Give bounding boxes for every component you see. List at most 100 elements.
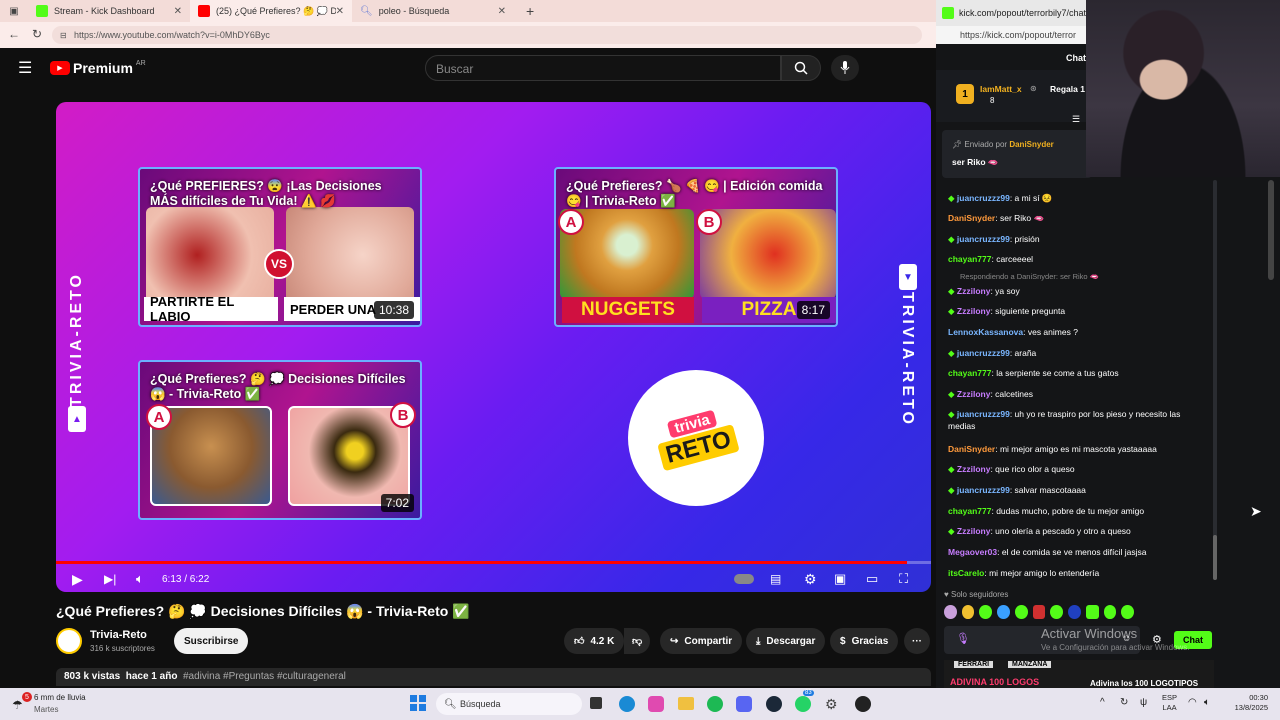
emote-icon[interactable] [997,605,1010,619]
endscreen-video-card[interactable]: A B ¿Qué Prefieres? 🤔 💭 Decisiones Difíc… [138,360,422,520]
volume-icon[interactable]: 🔈︎ [1204,697,1210,708]
more-actions-button[interactable]: ··· [904,628,930,654]
dislike-button[interactable]: 👎︎ [624,628,651,654]
miniplayer-icon[interactable]: ▣ [834,571,846,587]
chat-username[interactable]: juancruzzz99 [957,485,1010,495]
channel-subscribe-logo[interactable]: trivia RETO [628,370,764,506]
emote-icon[interactable] [1032,605,1046,619]
leader-name[interactable]: IamMatt_x [980,84,1022,94]
youtube-logo[interactable]: ▶ Premium AR [50,60,146,76]
endscreen-video-card[interactable]: A B NUGGETS PIZZA ¿Qué Prefieres? 🍗 🍕 😋 … [554,167,838,327]
download-button[interactable]: ⤓ Descargar [746,628,826,654]
edge-browser-icon[interactable] [619,696,635,712]
emote-icon[interactable] [961,605,975,619]
chat-username[interactable]: LennoxKassanova [948,327,1023,337]
new-tab-button[interactable]: + [514,3,534,19]
avatar[interactable] [56,628,82,654]
chat-username[interactable]: chayan777 [948,506,991,516]
next-icon[interactable]: ▶| [104,572,116,586]
chat-username[interactable]: DaniSnyder [948,213,995,223]
tab-actions-icon[interactable]: ▣ [0,0,28,22]
chat-username[interactable]: juancruzzz99 [957,348,1010,358]
subtitles-icon[interactable]: ▤ [770,572,781,586]
chat-username[interactable]: itsCarelo [948,568,984,578]
site-info-icon[interactable]: ⊟ [60,31,67,40]
copilot-icon[interactable] [648,696,664,712]
whatsapp-icon[interactable] [795,696,811,712]
spotify-icon[interactable] [707,696,723,712]
chat-username[interactable]: juancruzzz99 [957,234,1010,244]
emote-icon[interactable] [944,605,957,619]
endscreen-video-card[interactable]: VS PARTIRTE EL LABIO PERDER UNA ¿Qué PRE… [138,167,422,327]
chat-username[interactable]: Zzzilony [957,286,991,296]
emote-icon[interactable] [1085,605,1099,619]
play-icon[interactable]: ▶ [72,571,83,588]
related-banner[interactable]: FERRARI MANZANA ADIVINA 100 LOGOS Adivin… [944,660,1214,688]
settings-icon[interactable]: ⚙ [804,571,817,588]
kick-window-tab[interactable]: kick.com/popout/terrorbily7/chat [936,0,1086,26]
tab-kick-dashboard[interactable]: Stream - Kick Dashboard ✕ [28,0,190,22]
chat-username[interactable]: Zzzilony [957,306,991,316]
discord-icon[interactable] [736,696,752,712]
close-icon[interactable]: ✕ [174,6,182,17]
close-icon[interactable]: ✕ [336,6,344,17]
search-input[interactable]: Buscar [425,55,781,81]
chat-username[interactable]: Zzzilony [957,526,991,536]
description-box[interactable]: 803 k vistas hace 1 año #adivina #Pregun… [56,668,931,686]
usb-icon[interactable]: ψ [1140,697,1147,708]
file-explorer-icon[interactable] [678,697,694,710]
close-icon[interactable]: ✕ [498,6,506,17]
kick-url-field[interactable]: https://kick.com/popout/terror [936,26,1086,44]
language-indicator[interactable]: ESP LAA [1162,693,1177,713]
clock[interactable]: 00:30 13/8/2025 [1218,693,1268,713]
tab-youtube-video[interactable]: (25) ¿Qué Prefieres? 🤔 💭 Decis ✕ [190,0,352,22]
gift-button[interactable]: Regala 1 [1050,84,1085,94]
like-button[interactable]: 👍︎ 4.2 K [564,628,625,654]
reload-icon[interactable]: ↻ [32,27,42,41]
emote-icon[interactable] [979,605,993,619]
emote-icon[interactable] [1014,605,1028,619]
network-icon[interactable]: ◠ [1188,697,1197,708]
weather-widget[interactable]: 5 ☂ 6 mm de lluvia Martes [10,692,160,716]
search-button[interactable] [781,55,821,81]
volume-icon[interactable]: 🔈︎ [136,571,144,587]
chat-username[interactable]: chayan777 [948,254,991,264]
emoji-picker-icon[interactable]: 🎙︎ [956,632,970,645]
theater-mode-icon[interactable]: ▭ [866,571,878,587]
windows-start-icon[interactable] [410,695,426,711]
chat-username[interactable]: Megaover03 [948,547,997,557]
page-scrollbar[interactable] [1268,180,1274,280]
hashtags[interactable]: #adivina #Preguntas #culturageneral [183,671,346,682]
thanks-button[interactable]: $ Gracias [830,628,899,654]
autoplay-toggle[interactable] [734,574,754,584]
chat-username[interactable]: chayan777 [948,368,991,378]
taskbar-search[interactable]: 🔍︎ Búsqueda [436,693,582,715]
url-field[interactable]: ⊟ https://www.youtube.com/watch?v=i-0MhD… [52,26,922,44]
chat-username[interactable]: juancruzzz99 [957,409,1010,419]
share-button[interactable]: ↪ Compartir [660,628,743,654]
fullscreen-icon[interactable]: ⛶ [899,571,908,587]
sync-icon[interactable]: ↻ [1120,697,1128,708]
settings-icon[interactable]: ⚙ [825,696,838,713]
progress-bar[interactable] [56,561,931,564]
tray-chevron-icon[interactable]: ^ [1100,697,1105,708]
task-view-icon[interactable] [590,697,602,709]
channel-name[interactable]: Trivia-Reto [90,629,147,641]
chat-username[interactable]: Zzzilony [957,389,991,399]
chat-username[interactable]: Zzzilony [957,464,991,474]
obs-icon[interactable] [855,696,871,712]
filter-icon[interactable]: ☰ [1072,114,1080,125]
menu-icon[interactable]: ☰ [18,58,32,78]
chat-scrollbar[interactable] [1213,180,1217,580]
tab-search[interactable]: 🔍︎ poleo - Búsqueda ✕ [352,0,514,22]
emote-icon[interactable] [1068,605,1081,619]
chat-username[interactable]: juancruzzz99 [957,193,1010,203]
emote-icon[interactable] [1050,605,1064,619]
chat-username[interactable]: DaniSnyder [948,444,995,454]
subscribe-button[interactable]: Suscribirse [174,628,249,654]
emote-icon[interactable] [1121,605,1135,619]
emote-icon[interactable] [1103,605,1117,619]
back-icon[interactable]: ← [8,27,20,41]
video-player[interactable]: TRIVIA-RETO ▲ ▼ TRIVIA-RETO VS PARTIRTE … [56,102,931,592]
voice-search-button[interactable] [831,55,859,81]
